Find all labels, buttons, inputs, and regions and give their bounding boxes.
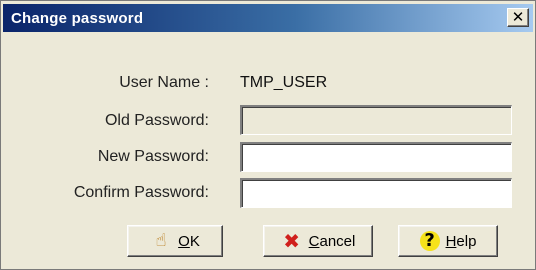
cancel-button[interactable]: ✖ Cancel (263, 225, 373, 257)
cancel-button-label: Cancel (308, 232, 356, 250)
title-bar[interactable]: Change password ✕ (3, 4, 533, 32)
window-title: Change password (11, 10, 144, 27)
old-password-label: Old Password: (104, 112, 209, 129)
help-button-label: Help (445, 232, 477, 250)
confirm-password-field[interactable] (240, 178, 512, 208)
close-icon: ✕ (511, 8, 525, 26)
confirm-password-label: Confirm Password: (73, 184, 209, 201)
help-button[interactable]: ? Help (398, 225, 498, 257)
hand-pointer-icon: ☝ (155, 230, 167, 251)
question-mark-icon: ? (419, 231, 440, 251)
new-password-field[interactable] (240, 142, 512, 172)
ok-button[interactable]: ☝ OK (127, 225, 223, 257)
user-name-label: User Name : (119, 74, 209, 91)
change-password-dialog: Change password ✕ User Name : TMP_USER O… (0, 0, 536, 270)
old-password-field[interactable] (240, 105, 512, 135)
new-password-label: New Password: (97, 148, 209, 165)
close-button[interactable]: ✕ (507, 8, 529, 27)
red-x-icon: ✖ (283, 229, 301, 253)
user-name-value: TMP_USER (240, 74, 328, 91)
ok-button-label: OK (178, 232, 200, 250)
